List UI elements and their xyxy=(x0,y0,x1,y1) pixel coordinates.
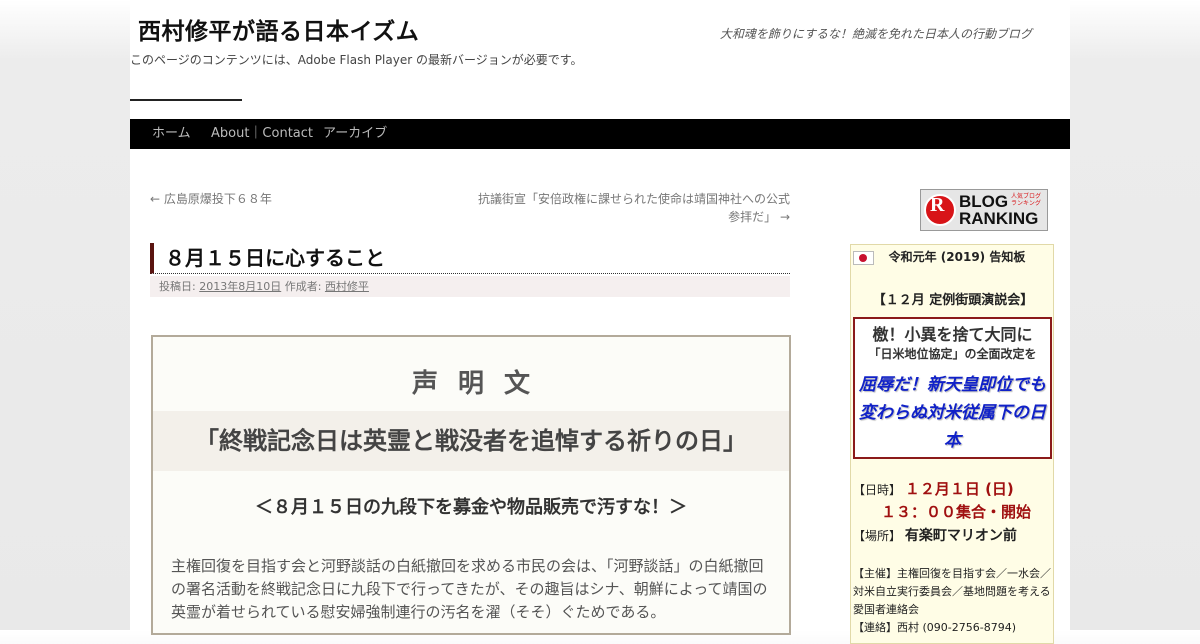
menu-item-about-contact[interactable]: About｜Contact xyxy=(211,119,313,149)
statement-subtitle: ＜８月１５日の九段下を募金や物品販売で汚すな！＞ xyxy=(255,497,687,518)
notice-date-row: 【日時】 １２月１日 (日) xyxy=(853,478,1014,499)
next-post-link[interactable]: 抗議街宣「安倍政権に課せられた使命は靖国神社への公式参拝だ」 → xyxy=(470,190,790,226)
japan-flag-icon xyxy=(853,251,874,265)
blog-ranking-text-ranking: RANKING xyxy=(959,209,1039,228)
meta-date-link[interactable]: 2013年8月10日 xyxy=(199,280,281,293)
meta-posted-label: 投稿日: xyxy=(159,280,196,293)
date-value: １２月１日 (日) xyxy=(904,480,1014,498)
notice-event: 【１２月 定例街頭演説会】 xyxy=(872,293,1034,308)
statement-body: 主権回復を目指す会と河野談話の白紙撤回を求める市民の会は、「河野談話」の白紙撤回… xyxy=(171,557,768,621)
notice-slogan-box: 檄！小異を捨て大同に 「日米地位協定」の全面改定を 屈辱だ！新天皇即位でも変わら… xyxy=(853,317,1052,459)
notice-contact: 【連絡】西村 (090-2756-8794) xyxy=(853,621,1017,634)
menu-item-archive[interactable]: アーカイブ xyxy=(323,119,387,149)
notice-time-value: １３：００集合・開始 xyxy=(881,503,1032,521)
notice-board: 令和元年 (2019) 告知板 【１２月 定例街頭演説会】 檄！小異を捨て大同に… xyxy=(850,244,1054,644)
statement-title: 「終戦記念日は英霊と戦没者を追悼する祈りの日」 xyxy=(195,427,747,455)
place-value: 有楽町マリオン前 xyxy=(904,528,1017,544)
meta-author-link[interactable]: 西村修平 xyxy=(325,280,369,293)
site-title[interactable]: 西村修平が語る日本イズム xyxy=(138,12,419,46)
statement-heading: 声明文 xyxy=(411,369,550,399)
page: 西村修平が語る日本イズム 大和魂を飾りにするな！絶滅を免れた日本人の行動ブログ … xyxy=(130,0,1070,644)
flag-disc xyxy=(859,254,867,262)
blog-ranking-small-text: 人気ブログランキング xyxy=(1011,193,1042,207)
menu-item-home[interactable]: ホーム xyxy=(152,119,191,149)
main-menu: ホーム About｜Contact アーカイブ xyxy=(130,119,1070,149)
date-label: 【日時】 xyxy=(853,483,902,497)
notice-place-row: 【場所】 有楽町マリオン前 xyxy=(853,525,1017,545)
blog-ranking-logo-letter: R xyxy=(930,194,945,216)
statement-box: 声明文 「終戦記念日は英霊と戦没者を追悼する祈りの日」 ＜８月１５日の九段下を募… xyxy=(151,335,791,635)
previous-post-link[interactable]: ← 広島原爆投下６８年 xyxy=(150,190,272,208)
place-label: 【場所】 xyxy=(853,529,902,543)
blog-ranking-banner[interactable]: R BLOG RANKING 人気ブログランキング xyxy=(920,189,1048,231)
entry-meta: 投稿日: 2013年8月10日 作成者: 西村修平 xyxy=(150,276,790,297)
header-divider xyxy=(130,99,242,101)
site-description: 大和魂を飾りにするな！絶滅を免れた日本人の行動ブログ xyxy=(719,27,1032,41)
meta-author-label: 作成者: xyxy=(284,280,322,293)
slogan-line-2: 「日米地位協定」の全面改定を xyxy=(868,347,1037,361)
slogan-line-1: 檄！小異を捨て大同に xyxy=(872,325,1033,344)
slogan-line-3: 屈辱だ！新天皇即位でも変わらぬ対米従属下の日本 xyxy=(859,375,1046,451)
flash-notice: このページのコンテンツには、Adobe Flash Player の最新バージョ… xyxy=(130,53,583,67)
notice-organizer: 【主催】主権回復を目指す会／一水会／対米自立実行委員会／基地問題を考える愛国者連… xyxy=(853,567,1051,616)
notice-date-line: 令和元年 (2019) 告知板 xyxy=(888,250,1026,264)
entry-title: ８月１５日に心すること xyxy=(150,243,790,274)
